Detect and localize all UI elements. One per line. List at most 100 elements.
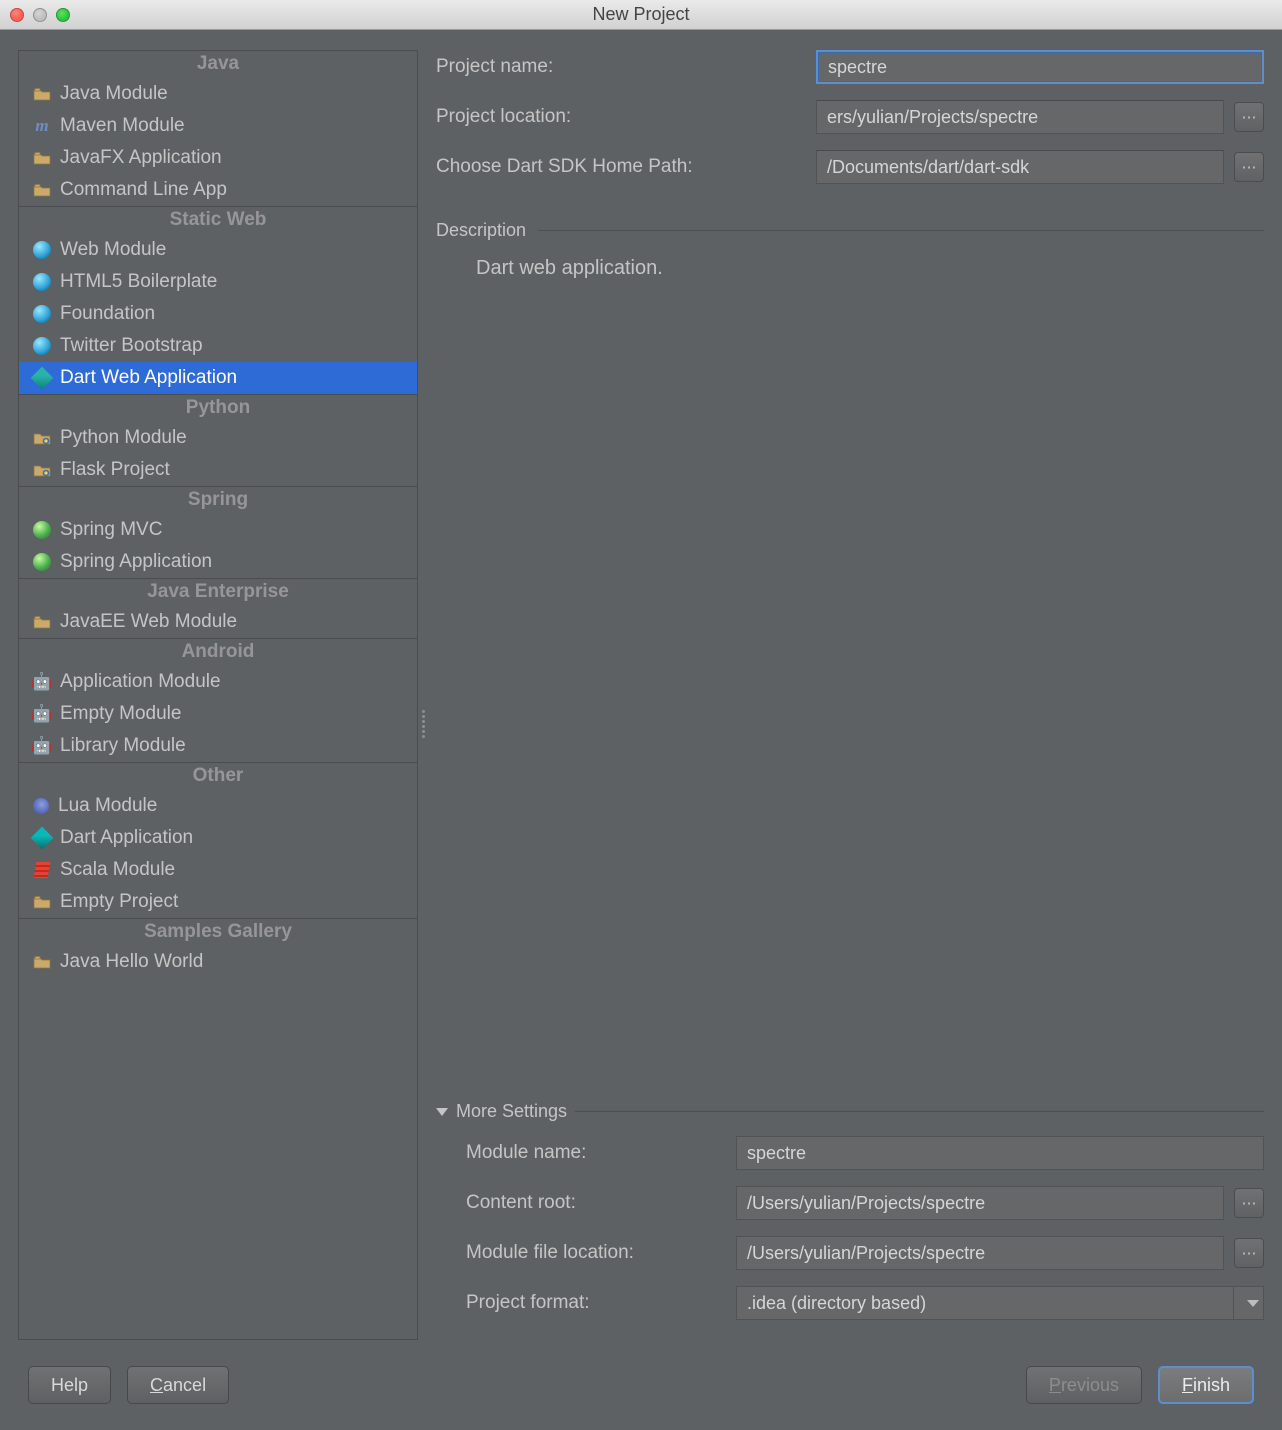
spring-leaf-icon [33,521,51,539]
sidebar-item[interactable]: JavaEE Web Module [19,606,417,638]
sidebar-item-label: Command Line App [60,179,227,201]
sidebar-group-header: Static Web [19,206,417,234]
browse-sdk-button[interactable]: ⋯ [1234,152,1264,182]
pane-resize-handle[interactable] [422,710,425,738]
sidebar-item-label: Foundation [60,303,155,325]
sidebar-item[interactable]: Lua Module [19,790,417,822]
project-location-label: Project location: [436,106,806,128]
more-settings-expander[interactable]: More Settings [436,1101,1264,1122]
browse-location-button[interactable]: ⋯ [1234,102,1264,132]
help-button[interactable]: Help [28,1366,111,1404]
module-name-input[interactable]: spectre [736,1136,1264,1170]
sidebar-group-header: Android [19,638,417,666]
sidebar-item-label: Library Module [60,735,186,757]
sidebar-group-header: Other [19,762,417,790]
maven-icon: m [33,117,51,135]
folder-icon [33,893,51,911]
module-file-location-input[interactable]: /Users/yulian/Projects/spectre [736,1236,1224,1270]
python-folder-icon [33,429,51,447]
project-location-input[interactable] [816,100,1224,134]
sidebar-item[interactable]: Java Module [19,78,417,110]
more-settings-label: More Settings [456,1101,567,1122]
sidebar-item[interactable]: Spring MVC [19,514,417,546]
sidebar-item-label: Maven Module [60,115,185,137]
globe-icon [33,305,51,323]
sidebar-item-label: JavaEE Web Module [60,611,237,633]
spring-leaf-icon [33,553,51,571]
project-format-select[interactable]: .idea (directory based) [736,1286,1264,1320]
sidebar-item[interactable]: Dart Web Application [19,362,417,394]
sidebar-item[interactable]: Command Line App [19,174,417,206]
sidebar-item[interactable]: Twitter Bootstrap [19,330,417,362]
previous-button: Previous [1026,1366,1142,1404]
sidebar-item-label: Flask Project [60,459,170,481]
sidebar-group-header: Samples Gallery [19,918,417,946]
browse-content-root-button[interactable]: ⋯ [1234,1188,1264,1218]
sidebar-item-label: Spring MVC [60,519,162,541]
sidebar-item-label: Empty Project [60,891,178,913]
folder-icon [33,181,51,199]
sidebar-item[interactable]: 🤖 Library Module [19,730,417,762]
module-file-location-label: Module file location: [466,1242,726,1264]
python-folder-icon [33,461,51,479]
sidebar-item[interactable]: JavaFX Application [19,142,417,174]
sidebar-item-label: HTML5 Boilerplate [60,271,217,293]
sidebar-item[interactable]: Python Module [19,422,417,454]
sidebar-item-label: Lua Module [58,795,157,817]
module-name-label: Module name: [466,1142,726,1164]
sidebar-item[interactable]: Empty Project [19,886,417,918]
content-root-label: Content root: [466,1192,726,1214]
sidebar-item[interactable]: Web Module [19,234,417,266]
globe-icon [33,337,51,355]
chevron-down-icon [1247,1300,1259,1307]
sidebar-item[interactable]: Spring Application [19,546,417,578]
dialog-footer: Help Cancel Previous Finish [0,1340,1282,1430]
content-root-input[interactable]: /Users/yulian/Projects/spectre [736,1186,1224,1220]
sidebar-group-header: Spring [19,486,417,514]
project-name-input[interactable] [816,50,1264,84]
android-icon: 🤖 [33,705,51,723]
project-type-sidebar[interactable]: JavaJava Module m Maven Module JavaFX Appli… [18,50,418,1340]
sidebar-item[interactable]: HTML5 Boilerplate [19,266,417,298]
folder-icon [33,149,51,167]
sidebar-item[interactable]: Foundation [19,298,417,330]
sdk-path-input[interactable] [816,150,1224,184]
sidebar-item-label: Twitter Bootstrap [60,335,203,357]
sidebar-item[interactable]: Java Hello World [19,946,417,978]
window-title: New Project [0,4,1282,25]
globe-icon [33,241,51,259]
sidebar-item-label: Scala Module [60,859,175,881]
sidebar-item[interactable]: 🤖 Application Module [19,666,417,698]
sidebar-item-label: Java Hello World [60,951,203,973]
android-icon: 🤖 [33,673,51,691]
folder-icon [33,85,51,103]
sidebar-item-label: JavaFX Application [60,147,222,169]
sidebar-item-label: Dart Web Application [60,367,237,389]
sidebar-group-header: Java Enterprise [19,578,417,606]
android-icon: 🤖 [33,737,51,755]
separator [538,230,1264,231]
sidebar-item[interactable]: m Maven Module [19,110,417,142]
sidebar-item[interactable]: 🤖Empty Module [19,698,417,730]
sidebar-group-header: Python [19,394,417,422]
scala-icon [33,861,51,879]
browse-module-file-button[interactable]: ⋯ [1234,1238,1264,1268]
sidebar-group-header: Java [19,51,417,78]
folder-icon [33,613,51,631]
dart-icon [33,369,51,387]
description-text: Dart web application. [436,251,1264,280]
finish-button[interactable]: Finish [1158,1366,1254,1404]
sidebar-item[interactable]: Dart Application [19,822,417,854]
separator [575,1111,1264,1112]
project-format-value: .idea (directory based) [747,1293,926,1314]
title-bar: New Project [0,0,1282,30]
project-name-label: Project name: [436,56,806,78]
lua-moon-icon [33,798,49,814]
sidebar-item-label: Dart Application [60,827,193,849]
chevron-down-icon [436,1108,448,1116]
sidebar-item[interactable]: Scala Module [19,854,417,886]
globe-icon [33,273,51,291]
sidebar-item[interactable]: Flask Project [19,454,417,486]
cancel-button[interactable]: Cancel [127,1366,229,1404]
sidebar-item-label: Application Module [60,671,221,693]
